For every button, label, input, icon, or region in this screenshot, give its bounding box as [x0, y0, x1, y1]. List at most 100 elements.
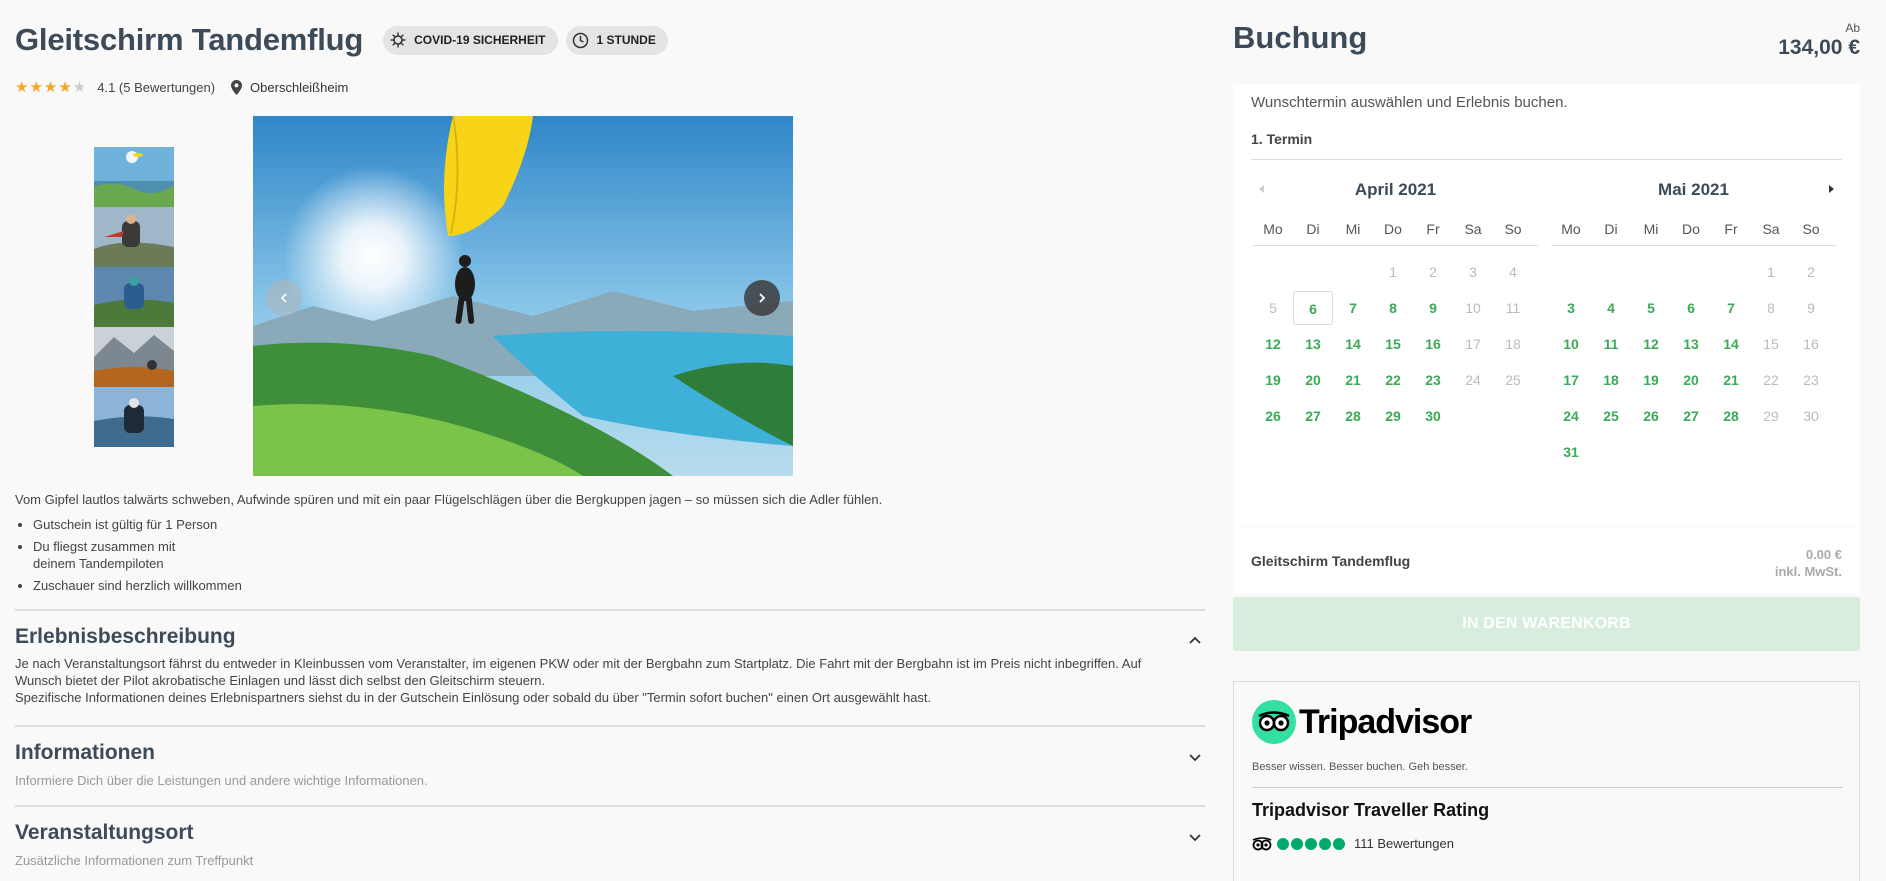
calendar-empty-cell: [1253, 255, 1293, 291]
thumbnail-1[interactable]: [94, 147, 174, 207]
section-body-line: Je nach Veranstaltungsort fährst du entw…: [15, 656, 1142, 671]
section-title[interactable]: Veranstaltungsort: [15, 821, 1205, 845]
add-to-cart-button[interactable]: IN DEN WARENKORB: [1233, 597, 1860, 651]
thumbnail-5[interactable]: [94, 387, 174, 447]
tripadvisor-logo: Tripadvisor: [1252, 700, 1472, 744]
calendar-day-available[interactable]: 25: [1591, 399, 1631, 433]
calendar-day-unavailable: 24: [1465, 372, 1481, 388]
weekday-label: Mi: [1345, 221, 1361, 237]
chevron-down-icon[interactable]: [1187, 829, 1203, 845]
price: 134,00 €: [1778, 36, 1860, 59]
calendar-day-available[interactable]: 20: [1293, 363, 1333, 397]
calendar-day-available[interactable]: 12: [1631, 327, 1671, 361]
calendar-day-available[interactable]: 27: [1293, 399, 1333, 433]
section-title[interactable]: Informationen: [15, 741, 1205, 765]
calendar-day-available[interactable]: 13: [1293, 327, 1333, 361]
gallery-next-button[interactable]: [744, 280, 780, 316]
title-row: Gleitschirm Tandemflug COVID-19 SICHERHE…: [15, 22, 668, 58]
calendar-day-unavailable: 18: [1505, 336, 1521, 352]
calendar-day-available[interactable]: 4: [1591, 291, 1631, 325]
calendar-day-available[interactable]: 14: [1711, 327, 1751, 361]
booking-calendar-card: Wunschtermin auswählen und Erlebnis buch…: [1233, 84, 1860, 526]
chevron-up-icon[interactable]: [1187, 633, 1203, 649]
calendar-day-available[interactable]: 28: [1333, 399, 1373, 433]
tripadvisor-wordmark: Tripadvisor: [1299, 702, 1472, 741]
clock-icon: [572, 31, 590, 49]
list-item-line: deinem Tandempiloten: [33, 556, 164, 571]
weekday-label: Di: [1604, 221, 1618, 237]
calendar-day-available[interactable]: 19: [1631, 363, 1671, 397]
thumbnail-2[interactable]: [94, 207, 174, 267]
calendar-day-unavailable: 23: [1803, 372, 1819, 388]
calendar-day-available[interactable]: 21: [1333, 363, 1373, 397]
calendar-day-available[interactable]: 13: [1671, 327, 1711, 361]
calendar-day-available[interactable]: 6: [1293, 291, 1333, 325]
tripadvisor-rating: 111 Bewertungen: [1252, 836, 1454, 851]
chevron-down-icon[interactable]: [1187, 749, 1203, 765]
gallery-prev-button[interactable]: [266, 280, 302, 316]
calendar-day-available[interactable]: 29: [1373, 399, 1413, 433]
calendar-day-available[interactable]: 6: [1671, 291, 1711, 325]
calendar-day-available[interactable]: 20: [1671, 363, 1711, 397]
calendar-day-available[interactable]: 18: [1591, 363, 1631, 397]
weekday-label: Fr: [1724, 221, 1738, 237]
weekday-label: Do: [1384, 221, 1402, 237]
calendar-day-available[interactable]: 14: [1333, 327, 1373, 361]
weekday-row: Mo Di Mi Do Fr Sa So: [1551, 221, 1836, 237]
month-title: Mai 2021: [1658, 180, 1729, 199]
calendar-day-available[interactable]: 21: [1711, 363, 1751, 397]
calendar-day-unavailable: 2: [1807, 264, 1815, 280]
thumbnail-4[interactable]: [94, 327, 174, 387]
divider: [1251, 159, 1842, 160]
calendar-day-available[interactable]: 7: [1711, 291, 1751, 325]
summary-price-block: 0.00 € inkl. MwSt.: [1775, 546, 1842, 580]
calendar-day-available[interactable]: 24: [1551, 399, 1591, 433]
step-label: 1. Termin: [1251, 131, 1313, 147]
calendar-day-available[interactable]: 16: [1413, 327, 1453, 361]
calendar-day-available[interactable]: 27: [1671, 399, 1711, 433]
calendar-day-available[interactable]: 7: [1333, 291, 1373, 325]
calendar-day-available[interactable]: 5: [1631, 291, 1671, 325]
rating-text[interactable]: 4.1 (5 Bewertungen): [97, 80, 215, 95]
section-title[interactable]: Erlebnisbeschreibung: [15, 625, 1205, 649]
calendar-day-unavailable: 15: [1763, 336, 1779, 352]
calendar-day-available[interactable]: 26: [1253, 399, 1293, 433]
tripadvisor-review-count[interactable]: 111 Bewertungen: [1354, 836, 1454, 851]
calendar-day-unavailable: 17: [1465, 336, 1481, 352]
booking-summary: Gleitschirm Tandemflug 0.00 € inkl. MwSt…: [1233, 527, 1860, 594]
tripadvisor-owl-icon: [1252, 700, 1296, 744]
calendar-empty-cell: [1671, 255, 1711, 291]
calendar-day-available[interactable]: 23: [1413, 363, 1453, 397]
calendar-empty-cell: [1591, 255, 1631, 291]
calendar-day-available[interactable]: 11: [1591, 327, 1631, 361]
thumbnail-3[interactable]: [94, 267, 174, 327]
covid-badge-label: COVID-19 SICHERHEIT: [414, 33, 546, 47]
calendar-day-unavailable: 3: [1469, 264, 1477, 280]
virus-icon: [389, 31, 407, 49]
calendar-day-available[interactable]: 30: [1413, 399, 1453, 433]
calendar-day-available[interactable]: 15: [1373, 327, 1413, 361]
calendar-day-available[interactable]: 22: [1373, 363, 1413, 397]
calendar-day-available[interactable]: 17: [1551, 363, 1591, 397]
calendar-day-available[interactable]: 26: [1631, 399, 1671, 433]
calendar-day-available[interactable]: 10: [1551, 327, 1591, 361]
calendar-month-april: April 2021 Mo Di Mi Do Fr Sa So 12345678…: [1253, 180, 1538, 435]
calendar-day-available[interactable]: 3: [1551, 291, 1591, 325]
month-title: April 2021: [1354, 180, 1437, 199]
section-informationen: Informationen Informiere Dich über die L…: [15, 725, 1205, 805]
calendar-day-available[interactable]: 12: [1253, 327, 1293, 361]
weekday-label: Mo: [1263, 221, 1283, 237]
calendar-day-available[interactable]: 28: [1711, 399, 1751, 433]
calendar-day-unavailable: 10: [1465, 300, 1481, 316]
calendar-day-available[interactable]: 19: [1253, 363, 1293, 397]
calendar-day-available[interactable]: 8: [1373, 291, 1413, 325]
calendar-day-unavailable: 9: [1807, 300, 1815, 316]
list-item-line: Du fliegst zusammen mit: [33, 539, 176, 554]
rating-stars: ★★★★★: [15, 79, 88, 96]
weekday-label: Di: [1306, 221, 1320, 237]
location: Oberschleißheim: [231, 79, 348, 95]
calendar-day-unavailable: 22: [1763, 372, 1779, 388]
rating-bubble: [1305, 837, 1317, 850]
calendar-day-available[interactable]: 31: [1551, 435, 1591, 469]
calendar-day-available[interactable]: 9: [1413, 291, 1453, 325]
